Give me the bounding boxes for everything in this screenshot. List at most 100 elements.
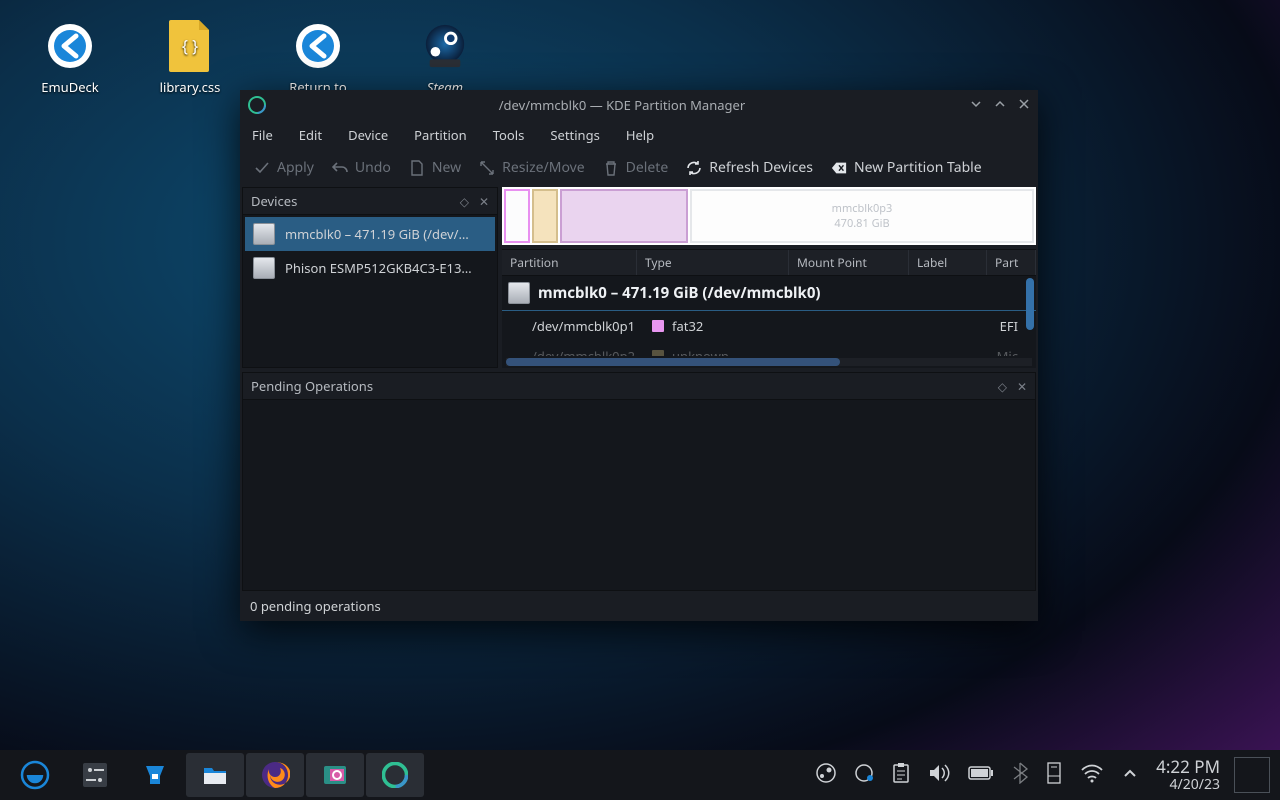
taskbar-discover-icon[interactable]: [126, 753, 184, 797]
panel-close-icon[interactable]: ✕: [479, 193, 489, 210]
partition-type: unknown: [672, 347, 729, 356]
partition-segment-p3[interactable]: mmcblk0p3 470.81 GiB: [690, 189, 1034, 243]
disk-row-header[interactable]: mmcblk0 – 471.19 GiB (/dev/mmcblk0): [502, 276, 1036, 311]
menu-device[interactable]: Device: [348, 126, 388, 144]
return-app-icon: [290, 18, 346, 74]
menu-file[interactable]: File: [252, 126, 273, 144]
partition-seg-size: 470.81 GiB: [834, 216, 889, 231]
backspace-icon: [831, 160, 847, 176]
maximize-button[interactable]: [994, 96, 1006, 114]
trash-icon: [603, 160, 619, 176]
desktop-icon-steam[interactable]: Steam: [385, 18, 505, 96]
type-color-swatch: [652, 350, 664, 356]
bluetooth-tray-icon[interactable]: [1012, 762, 1028, 789]
partition-dev: /dev/mmcblk0p1: [532, 317, 644, 335]
css-file-icon: { }: [162, 18, 218, 74]
taskbar-firefox-icon[interactable]: [246, 753, 304, 797]
col-label[interactable]: Label: [909, 250, 987, 275]
device-item[interactable]: mmcblk0 – 471.19 GiB (/dev/…: [245, 217, 495, 251]
resize-button[interactable]: Resize/Move: [479, 158, 585, 177]
horizontal-scrollbar[interactable]: [506, 358, 1032, 366]
pending-operations-panel: Pending Operations ◇ ✕: [242, 372, 1036, 591]
device-item[interactable]: Phison ESMP512GKB4C3-E13…: [245, 251, 495, 285]
taskbar-partitionmanager-icon[interactable]: [366, 753, 424, 797]
partition-segment-fill[interactable]: [560, 189, 688, 243]
window-title: /dev/mmcblk0 — KDE Partition Manager: [274, 96, 970, 114]
desktop-icon-label: EmuDeck: [41, 78, 98, 96]
menubar: File Edit Device Partition Tools Setting…: [240, 120, 1038, 150]
apply-button[interactable]: Apply: [254, 158, 314, 177]
delete-button[interactable]: Delete: [603, 158, 669, 177]
desktop-icon-returnto[interactable]: Return to: [258, 18, 378, 96]
disk-icon: [508, 282, 530, 304]
devices-panel: Devices ◇ ✕ mmcblk0 – 471.19 GiB (/dev/……: [242, 187, 498, 368]
partition-type: fat32: [672, 317, 703, 335]
titlebar[interactable]: /dev/mmcblk0 — KDE Partition Manager: [240, 90, 1038, 120]
close-button[interactable]: [1018, 96, 1030, 114]
undo-icon: [332, 160, 348, 176]
check-icon: [254, 160, 270, 176]
clock-time: 4:22 PM: [1156, 758, 1220, 777]
undo-button[interactable]: Undo: [332, 158, 391, 177]
taskbar-spectacle-icon[interactable]: [306, 753, 364, 797]
col-partition[interactable]: Partition: [502, 250, 637, 275]
chevron-up-icon[interactable]: [1122, 765, 1138, 786]
partition-bar[interactable]: mmcblk0p3 470.81 GiB: [502, 187, 1036, 245]
partition-table: Partition Type Mount Point Label Part mm…: [502, 249, 1036, 368]
menu-edit[interactable]: Edit: [299, 126, 322, 144]
minimize-button[interactable]: [970, 96, 982, 114]
clipboard-tray-icon[interactable]: [892, 763, 910, 788]
menu-tools[interactable]: Tools: [493, 126, 525, 144]
menu-help[interactable]: Help: [626, 126, 654, 144]
col-flags[interactable]: Part: [987, 250, 1036, 275]
partition-dev: /dev/mmcblk0p2: [532, 347, 644, 356]
wifi-tray-icon[interactable]: [1080, 763, 1104, 788]
show-desktop-button[interactable]: [1234, 757, 1270, 793]
col-mount[interactable]: Mount Point: [789, 250, 909, 275]
pending-panel-title: Pending Operations: [251, 377, 373, 395]
disk-icon: [253, 223, 275, 245]
volume-tray-icon[interactable]: [928, 763, 950, 788]
taskbar: 4:22 PM 4/20/23: [0, 750, 1280, 800]
statusbar: 0 pending operations: [240, 591, 1038, 621]
partition-segment-p1[interactable]: [504, 189, 530, 243]
desktop-icon-librarycss[interactable]: { } library.css: [130, 18, 250, 96]
newtable-button[interactable]: New Partition Table: [831, 158, 982, 177]
update-tray-icon[interactable]: [854, 763, 874, 788]
new-file-icon: [409, 160, 425, 176]
svg-text:{ }: { }: [182, 35, 198, 57]
partition-manager-window: /dev/mmcblk0 — KDE Partition Manager Fil…: [240, 90, 1038, 621]
toolbar: Apply Undo New Resize/Move Delete Refres…: [240, 150, 1038, 187]
partition-segment-p2[interactable]: [532, 189, 558, 243]
taskbar-settings-icon[interactable]: [66, 753, 124, 797]
steam-app-icon: [417, 18, 473, 74]
device-list: mmcblk0 – 471.19 GiB (/dev/… Phison ESMP…: [243, 215, 497, 287]
device-label: mmcblk0 – 471.19 GiB (/dev/…: [285, 225, 469, 243]
disk-tray-icon[interactable]: [1046, 762, 1062, 789]
steam-tray-icon[interactable]: [816, 763, 836, 788]
panel-float-icon[interactable]: ◇: [998, 378, 1007, 395]
partition-seg-name: mmcblk0p3: [832, 201, 893, 216]
type-color-swatch: [652, 320, 664, 332]
col-type[interactable]: Type: [637, 250, 789, 275]
refresh-button[interactable]: Refresh Devices: [686, 158, 813, 177]
panel-float-icon[interactable]: ◇: [460, 193, 469, 210]
desktop-icon-emudeck[interactable]: EmuDeck: [10, 18, 130, 96]
taskbar-clock[interactable]: 4:22 PM 4/20/23: [1156, 758, 1220, 792]
table-row[interactable]: /dev/mmcblk0p2 unknown Mic: [502, 341, 1036, 356]
app-icon: [248, 96, 266, 114]
taskbar-dolphin-icon[interactable]: [186, 753, 244, 797]
vertical-scrollbar[interactable]: [1026, 278, 1034, 330]
battery-tray-icon[interactable]: [968, 765, 994, 786]
new-button[interactable]: New: [409, 158, 461, 177]
disk-header-label: mmcblk0 – 471.19 GiB (/dev/mmcblk0): [538, 283, 821, 303]
disk-icon: [253, 257, 275, 279]
resize-icon: [479, 160, 495, 176]
menu-settings[interactable]: Settings: [550, 126, 599, 144]
device-label: Phison ESMP512GKB4C3-E13…: [285, 259, 472, 277]
partition-flag: Mic: [997, 347, 1018, 356]
table-row[interactable]: /dev/mmcblk0p1 fat32 EFI: [502, 311, 1036, 341]
panel-close-icon[interactable]: ✕: [1017, 378, 1027, 395]
start-button[interactable]: [6, 753, 64, 797]
menu-partition[interactable]: Partition: [414, 126, 467, 144]
